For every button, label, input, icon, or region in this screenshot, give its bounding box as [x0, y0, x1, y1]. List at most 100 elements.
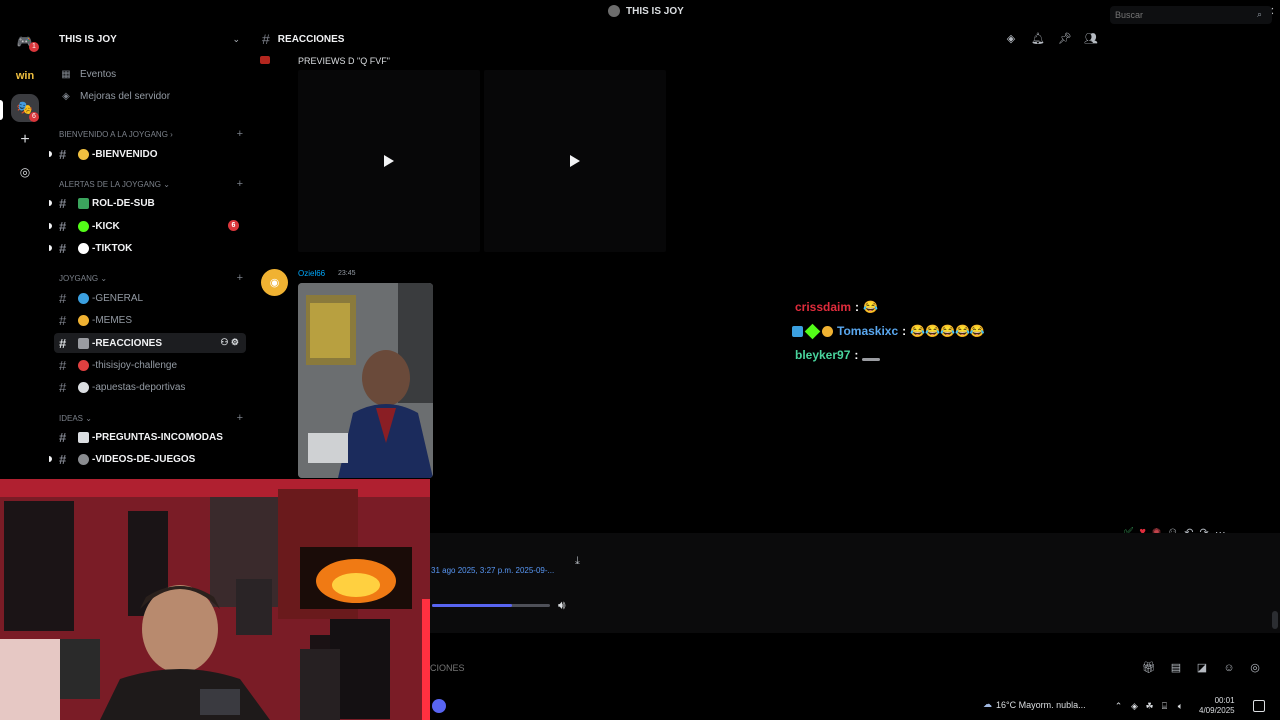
channel-label: -apuestas-deportivas: [92, 381, 186, 393]
attachment-filename[interactable]: 31 ago 2025, 3:27 p.m. 2025-09-...: [431, 566, 554, 575]
unread-indicator: [49, 456, 52, 462]
channel-reacciones[interactable]: # -REACCIONES ⚇ ⚙: [54, 333, 246, 353]
badge-icon: [804, 323, 821, 339]
tray-app-icon[interactable]: ◈: [1129, 701, 1140, 712]
overlay-chat-separator: :: [854, 348, 859, 362]
hash-icon: #: [59, 335, 67, 351]
category-name: BIENVENIDO A LA JOYGANG: [59, 129, 168, 139]
channel-general[interactable]: # -GENERAL: [54, 288, 246, 308]
channel-label: -thisisjoy-challenge: [92, 359, 178, 371]
message-input[interactable]: [430, 658, 1130, 678]
play-icon[interactable]: [384, 155, 394, 167]
channel-apuestas-deportivas[interactable]: # -apuestas-deportivas: [54, 377, 246, 397]
create-channel-icon[interactable]: +: [237, 128, 243, 140]
channel-rol-de-sub[interactable]: # ROL-DE-SUB: [49, 193, 246, 213]
badge-icon: [792, 325, 803, 337]
network-icon[interactable]: ⌸: [1159, 701, 1170, 712]
server-name: THIS IS JOY: [59, 33, 117, 45]
category-name: ALERTAS DE LA JOYGANG: [59, 179, 161, 189]
channel-memes[interactable]: # -MEMES: [54, 310, 246, 330]
bell-icon[interactable]: 🔔︎: [1031, 32, 1045, 46]
channel-label: -REACCIONES: [92, 337, 163, 349]
avatar[interactable]: ◉: [261, 269, 288, 296]
volume-icon[interactable]: 🔊︎: [558, 598, 566, 613]
overlay-chat-user: bleyker97: [795, 348, 851, 362]
channel-label: -BIENVENIDO: [92, 148, 158, 160]
hash-icon: #: [59, 357, 67, 373]
avatar: [260, 56, 270, 64]
category-ideas[interactable]: IDEAS ⌄ +: [59, 411, 243, 425]
channel-kick[interactable]: # -KICK 6: [49, 216, 246, 236]
gif-icon[interactable]: ▤: [1169, 661, 1183, 675]
create-channel-icon[interactable]: +: [237, 178, 243, 190]
tray-expand-icon[interactable]: ⌃: [1113, 701, 1124, 712]
star-emoji-icon: [78, 148, 89, 160]
channel-thisisjoy-challenge[interactable]: # -thisisjoy-challenge: [54, 355, 246, 375]
volume-icon[interactable]: 🔈︎: [1175, 701, 1186, 712]
discover-icon[interactable]: ◎: [11, 158, 39, 186]
channel-label: ROL-DE-SUB: [92, 197, 155, 209]
discord-window: THIS IS JOY ▣ ? — ☐ ✕ 🎮 1 win 🎭 6 + ◎ TH…: [0, 0, 1280, 720]
joy-server-badge: 6: [29, 112, 39, 122]
create-channel-icon[interactable]: +: [237, 272, 243, 284]
tiktok-emoji-icon: [78, 242, 89, 254]
gift-icon[interactable]: 🎁︎: [1142, 661, 1156, 675]
sidebar-item-boosts[interactable]: ◈ Mejoras del servidor: [54, 86, 246, 106]
create-channel-icon[interactable]: +: [237, 412, 243, 424]
message-list: PREVIEWS D "Q FVF" ◉ Oziel66 23:45: [250, 54, 1280, 530]
channel-bienvenido[interactable]: # -BIENVENIDO: [49, 144, 246, 164]
notification-icon[interactable]: [1253, 700, 1265, 712]
add-server-icon[interactable]: +: [11, 126, 39, 154]
hash-icon: #: [59, 379, 67, 395]
unread-indicator: [49, 200, 52, 206]
progress-bar[interactable]: [432, 604, 550, 607]
chevron-down-icon: ⌄: [163, 179, 170, 189]
win-server-icon[interactable]: win: [9, 62, 41, 90]
scrollbar[interactable]: [1272, 611, 1278, 629]
discord-taskbar-icon[interactable]: [432, 699, 446, 713]
weather-widget[interactable]: ☁ 16°C Mayorm. nubla...: [983, 699, 1086, 710]
video-attachment[interactable]: [298, 70, 480, 252]
hash-icon: #: [59, 146, 67, 162]
category-bienvenido[interactable]: BIENVENIDO A LA JOYGANG › +: [59, 127, 243, 141]
message-text: PREVIEWS D "Q FVF": [298, 56, 390, 66]
member-list-icon[interactable]: 👥︎: [1084, 32, 1098, 46]
sidebar-item-label: Mejoras del servidor: [80, 90, 171, 102]
channel-tiktok[interactable]: # -TIKTOK: [49, 238, 246, 258]
overlay-chat-line: bleyker97 :: [795, 346, 881, 364]
overlay-chat-user: crissdaim: [795, 300, 852, 314]
play-icon[interactable]: [570, 155, 580, 167]
title-bar: THIS IS JOY ▣ ? — ☐ ✕: [0, 0, 1280, 24]
invite-icon[interactable]: ⚇: [220, 337, 228, 347]
download-icon[interactable]: ⤓: [575, 555, 580, 568]
gear-icon[interactable]: ⚙: [231, 337, 239, 347]
overlay-chat-line: Tomaskixc : 😂😂😂😂😂: [792, 322, 985, 340]
globe-emoji-icon: [78, 292, 89, 304]
chevron-right-icon: ›: [170, 129, 173, 139]
video-attachment-player: 31 ago 2025, 3:27 p.m. 2025-09-... ⤓ 🔊︎: [430, 533, 1280, 633]
message-author[interactable]: Oziel66: [298, 269, 325, 278]
tray-app-icon[interactable]: ☘: [1144, 701, 1155, 712]
taskbar-clock[interactable]: 00:01 4/09/2025: [1199, 696, 1235, 716]
clock-time: 00:01: [1214, 696, 1235, 705]
unread-indicator: [49, 223, 52, 229]
sticker-icon[interactable]: ◪: [1195, 661, 1209, 675]
category-joygang[interactable]: JOYGANG ⌄ +: [59, 271, 243, 285]
video-attachment[interactable]: [484, 70, 666, 252]
emoji-icon[interactable]: ☺: [1222, 661, 1236, 675]
server-icon: [608, 5, 620, 17]
hash-icon: #: [59, 240, 67, 256]
channel-videos-de-juegos[interactable]: # -VIDEOS-DE-JUEGOS: [49, 449, 246, 469]
image-attachment[interactable]: [298, 283, 433, 478]
threads-icon[interactable]: ◈: [1004, 32, 1018, 46]
sidebar-item-events[interactable]: ▦ Eventos: [54, 64, 246, 84]
channel-label: -GENERAL: [92, 292, 144, 304]
pin-icon[interactable]: 📌︎: [1058, 32, 1072, 46]
server-header[interactable]: THIS IS JOY ⌄: [50, 24, 250, 54]
webcam-feed: [0, 479, 430, 720]
category-alertas[interactable]: ALERTAS DE LA JOYGANG ⌄ +: [59, 177, 243, 191]
clock-date: 4/09/2025: [1199, 706, 1235, 715]
apps-icon[interactable]: ◎: [1248, 661, 1262, 675]
search-input[interactable]: [1110, 6, 1272, 24]
channel-preguntas-incomodas[interactable]: # -PREGUNTAS-INCOMODAS: [54, 427, 246, 447]
